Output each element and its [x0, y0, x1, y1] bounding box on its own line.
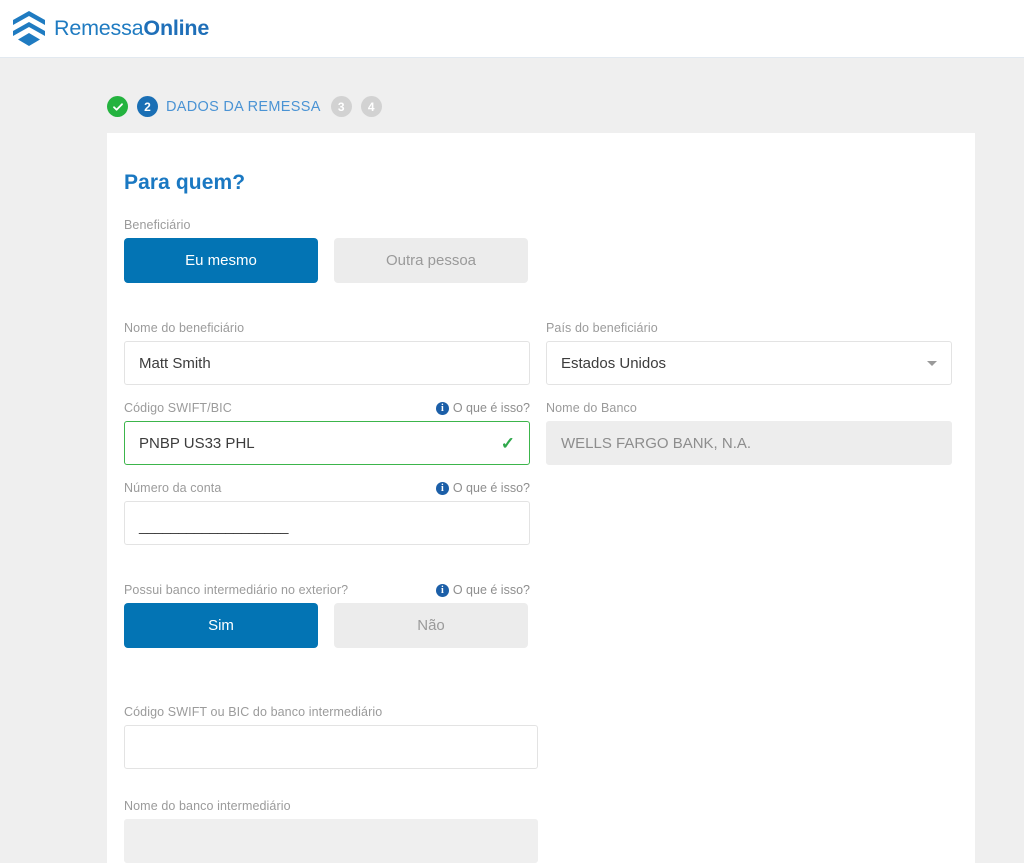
beneficiary-name-label: Nome do beneficiário — [124, 321, 245, 335]
intermediary-bank-name-head: Nome do banco intermediário — [124, 798, 538, 814]
intermediary-bank-name-input — [124, 819, 538, 863]
beneficiary-toggle-group: Beneficiário Eu mesmo Outra pessoa — [124, 217, 530, 283]
beneficiary-name-head: Nome do beneficiário — [124, 320, 530, 336]
step-2-label: DADOS DA REMESSA — [166, 98, 321, 115]
intermediary-swift-spacer — [554, 704, 960, 769]
account-number-hint[interactable]: i O que é isso? — [435, 481, 530, 495]
account-number-label: Número da conta — [124, 481, 222, 495]
account-number-field: Número da conta i O que é isso? ________… — [124, 480, 530, 545]
step-2-current[interactable]: 2 — [137, 96, 158, 117]
chevron-down-icon — [927, 360, 937, 366]
beneficiary-country-field: País do beneficiário Estados Unidos — [546, 320, 952, 385]
beneficiary-options: Eu mesmo Outra pessoa — [124, 238, 530, 283]
intermediary-toggle-group: Possui banco intermediário no exterior? … — [124, 582, 530, 648]
page-title: Para quem? — [124, 171, 246, 194]
beneficiary-name-input[interactable]: Matt Smith — [124, 341, 530, 385]
brand-wordmark: RemessaOnline — [54, 16, 209, 41]
remittance-form-card: Para quem? Beneficiário Eu mesmo Outra p… — [107, 133, 975, 863]
beneficiary-country-select[interactable]: Estados Unidos — [546, 341, 952, 385]
check-icon — [112, 102, 123, 111]
beneficiary-other-button[interactable]: Outra pessoa — [334, 238, 528, 283]
intermediary-toggle-hint[interactable]: i O que é isso? — [435, 583, 530, 597]
check-icon: ✓ — [500, 433, 515, 453]
beneficiary-toggle-head: Beneficiário — [124, 217, 530, 233]
swift-code-input[interactable]: PNBP US33 PHL ✓ — [124, 421, 530, 465]
info-icon: i — [435, 401, 449, 415]
beneficiary-country-head: País do beneficiário — [546, 320, 952, 336]
intermediary-options: Sim Não — [124, 603, 530, 648]
beneficiary-country-label: País do beneficiário — [546, 321, 658, 335]
brand-name-primary: Remessa — [54, 16, 144, 40]
beneficiary-country-value: Estados Unidos — [561, 354, 667, 372]
account-number-mask: ___________________ — [139, 517, 289, 535]
beneficiary-toggle-label: Beneficiário — [124, 218, 191, 232]
brand-logo-link[interactable]: RemessaOnline — [12, 10, 209, 48]
app-header: RemessaOnline — [0, 0, 1024, 58]
intermediary-toggle-hint-text: O que é isso? — [452, 583, 530, 597]
intermediary-no-button[interactable]: Não — [334, 603, 528, 648]
swift-code-hint[interactable]: i O que é isso? — [435, 401, 530, 415]
intermediary-swift-head: Código SWIFT ou BIC do banco intermediár… — [124, 704, 538, 720]
bank-name-field: Nome do Banco WELLS FARGO BANK, N.A. — [546, 400, 952, 465]
beneficiary-self-button[interactable]: Eu mesmo — [124, 238, 318, 283]
account-number-spacer — [546, 480, 952, 545]
step-4[interactable]: 4 — [360, 96, 382, 117]
intermediary-bank-name-label: Nome do banco intermediário — [124, 799, 291, 813]
account-number-input[interactable]: ___________________ — [124, 501, 530, 545]
bank-name-label: Nome do Banco — [546, 401, 637, 415]
swift-code-label: Código SWIFT/BIC — [124, 401, 232, 415]
swift-code-hint-text: O que é isso? — [452, 401, 530, 415]
brand-name-secondary: Online — [143, 16, 210, 40]
intermediary-swift-input[interactable] — [124, 725, 538, 769]
intermediary-toggle-head: Possui banco intermediário no exterior? … — [124, 582, 530, 598]
intermediary-yes-button[interactable]: Sim — [124, 603, 318, 648]
intermediary-swift-field: Código SWIFT ou BIC do banco intermediár… — [124, 704, 538, 769]
beneficiary-toggle-row: Beneficiário Eu mesmo Outra pessoa — [124, 217, 958, 283]
intermediary-toggle-spacer — [546, 582, 952, 648]
account-number-hint-text: O que é isso? — [452, 481, 530, 495]
bank-name-input: WELLS FARGO BANK, N.A. — [546, 421, 952, 465]
bank-name-head: Nome do Banco — [546, 400, 952, 416]
account-number-row: Número da conta i O que é isso? ________… — [124, 480, 958, 545]
beneficiary-toggle-spacer — [546, 217, 952, 283]
account-number-head: Número da conta i O que é isso? — [124, 480, 530, 496]
progress-stepper: 2 DADOS DA REMESSA 3 4 — [0, 58, 1024, 133]
intermediary-bank-name-row: Nome do banco intermediário — [124, 798, 958, 863]
intermediary-toggle-label: Possui banco intermediário no exterior? — [124, 583, 349, 597]
step-1-completed[interactable] — [107, 96, 128, 117]
name-country-row: Nome do beneficiário Matt Smith País do … — [124, 320, 958, 385]
intermediary-bank-name-spacer — [554, 798, 960, 863]
chevron-stack-logo-icon — [12, 10, 46, 48]
swift-code-field: Código SWIFT/BIC i O que é isso? PNBP US… — [124, 400, 530, 465]
intermediary-swift-label: Código SWIFT ou BIC do banco intermediár… — [124, 705, 383, 719]
swift-code-head: Código SWIFT/BIC i O que é isso? — [124, 400, 530, 416]
intermediary-swift-row: Código SWIFT ou BIC do banco intermediár… — [124, 704, 958, 769]
swift-bank-row: Código SWIFT/BIC i O que é isso? PNBP US… — [124, 400, 958, 465]
step-3[interactable]: 3 — [330, 96, 352, 117]
beneficiary-name-field: Nome do beneficiário Matt Smith — [124, 320, 530, 385]
swift-code-value: PNBP US33 PHL — [139, 434, 255, 452]
info-icon: i — [435, 481, 449, 495]
intermediary-toggle-row: Possui banco intermediário no exterior? … — [124, 582, 958, 648]
info-icon: i — [435, 583, 449, 597]
intermediary-bank-name-field: Nome do banco intermediário — [124, 798, 538, 863]
